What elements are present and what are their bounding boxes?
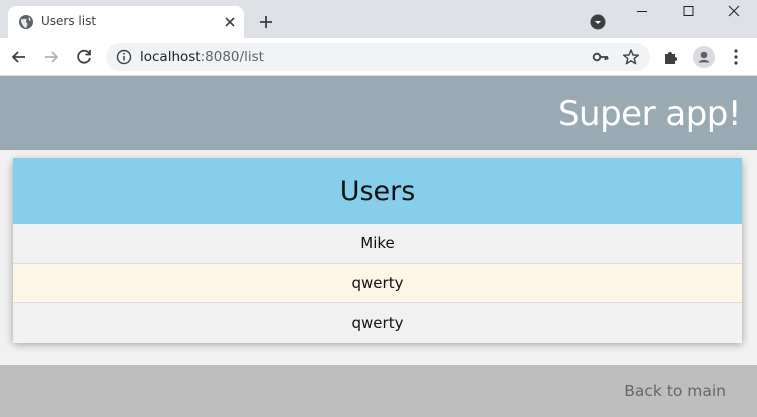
browser-tab-strip: Users list <box>0 0 757 38</box>
maximize-icon[interactable] <box>665 0 711 26</box>
person-icon <box>693 46 715 68</box>
more-menu-icon[interactable] <box>728 47 744 67</box>
app-title: Super app! <box>557 94 742 134</box>
back-arrow-icon[interactable] <box>8 46 30 68</box>
user-row: Mike <box>13 224 742 264</box>
user-row: qwerty <box>13 263 742 303</box>
url-host: localhost <box>140 49 201 65</box>
address-bar[interactable]: localhost:8080/list <box>106 43 650 71</box>
forward-arrow-icon[interactable] <box>40 46 62 68</box>
page-viewport: Super app! Users Mike qwerty qwerty Back… <box>0 76 757 417</box>
users-card: Users Mike qwerty qwerty <box>13 158 742 343</box>
browser-tab[interactable]: Users list <box>8 6 244 38</box>
key-icon[interactable] <box>592 49 610 65</box>
reload-icon[interactable] <box>73 46 95 68</box>
user-name: qwerty <box>351 313 404 332</box>
site-info-icon[interactable] <box>116 49 132 65</box>
app-footer: Back to main <box>0 365 757 417</box>
users-list: Mike qwerty qwerty <box>13 224 742 343</box>
close-window-icon[interactable] <box>711 0 757 26</box>
bookmark-star-icon[interactable] <box>622 48 640 66</box>
address-url: localhost:8080/list <box>140 49 264 65</box>
app-header: Super app! <box>0 76 757 150</box>
profile-avatar[interactable] <box>693 46 715 68</box>
globe-icon <box>19 15 33 29</box>
users-card-title: Users <box>339 175 416 207</box>
back-to-main-link[interactable]: Back to main <box>624 382 726 400</box>
user-name: Mike <box>360 234 395 253</box>
url-path: :8080/list <box>200 49 264 65</box>
browser-toolbar: localhost:8080/list <box>0 38 757 76</box>
users-card-header: Users <box>13 158 742 224</box>
user-name: qwerty <box>351 273 404 292</box>
close-tab-icon[interactable] <box>222 14 238 30</box>
user-row: qwerty <box>13 303 742 343</box>
new-tab-icon[interactable] <box>257 13 275 31</box>
tab-title: Users list <box>41 14 97 28</box>
extensions-puzzle-icon[interactable] <box>662 48 680 66</box>
tab-search-icon[interactable] <box>590 14 606 30</box>
minimize-icon[interactable] <box>619 0 665 26</box>
